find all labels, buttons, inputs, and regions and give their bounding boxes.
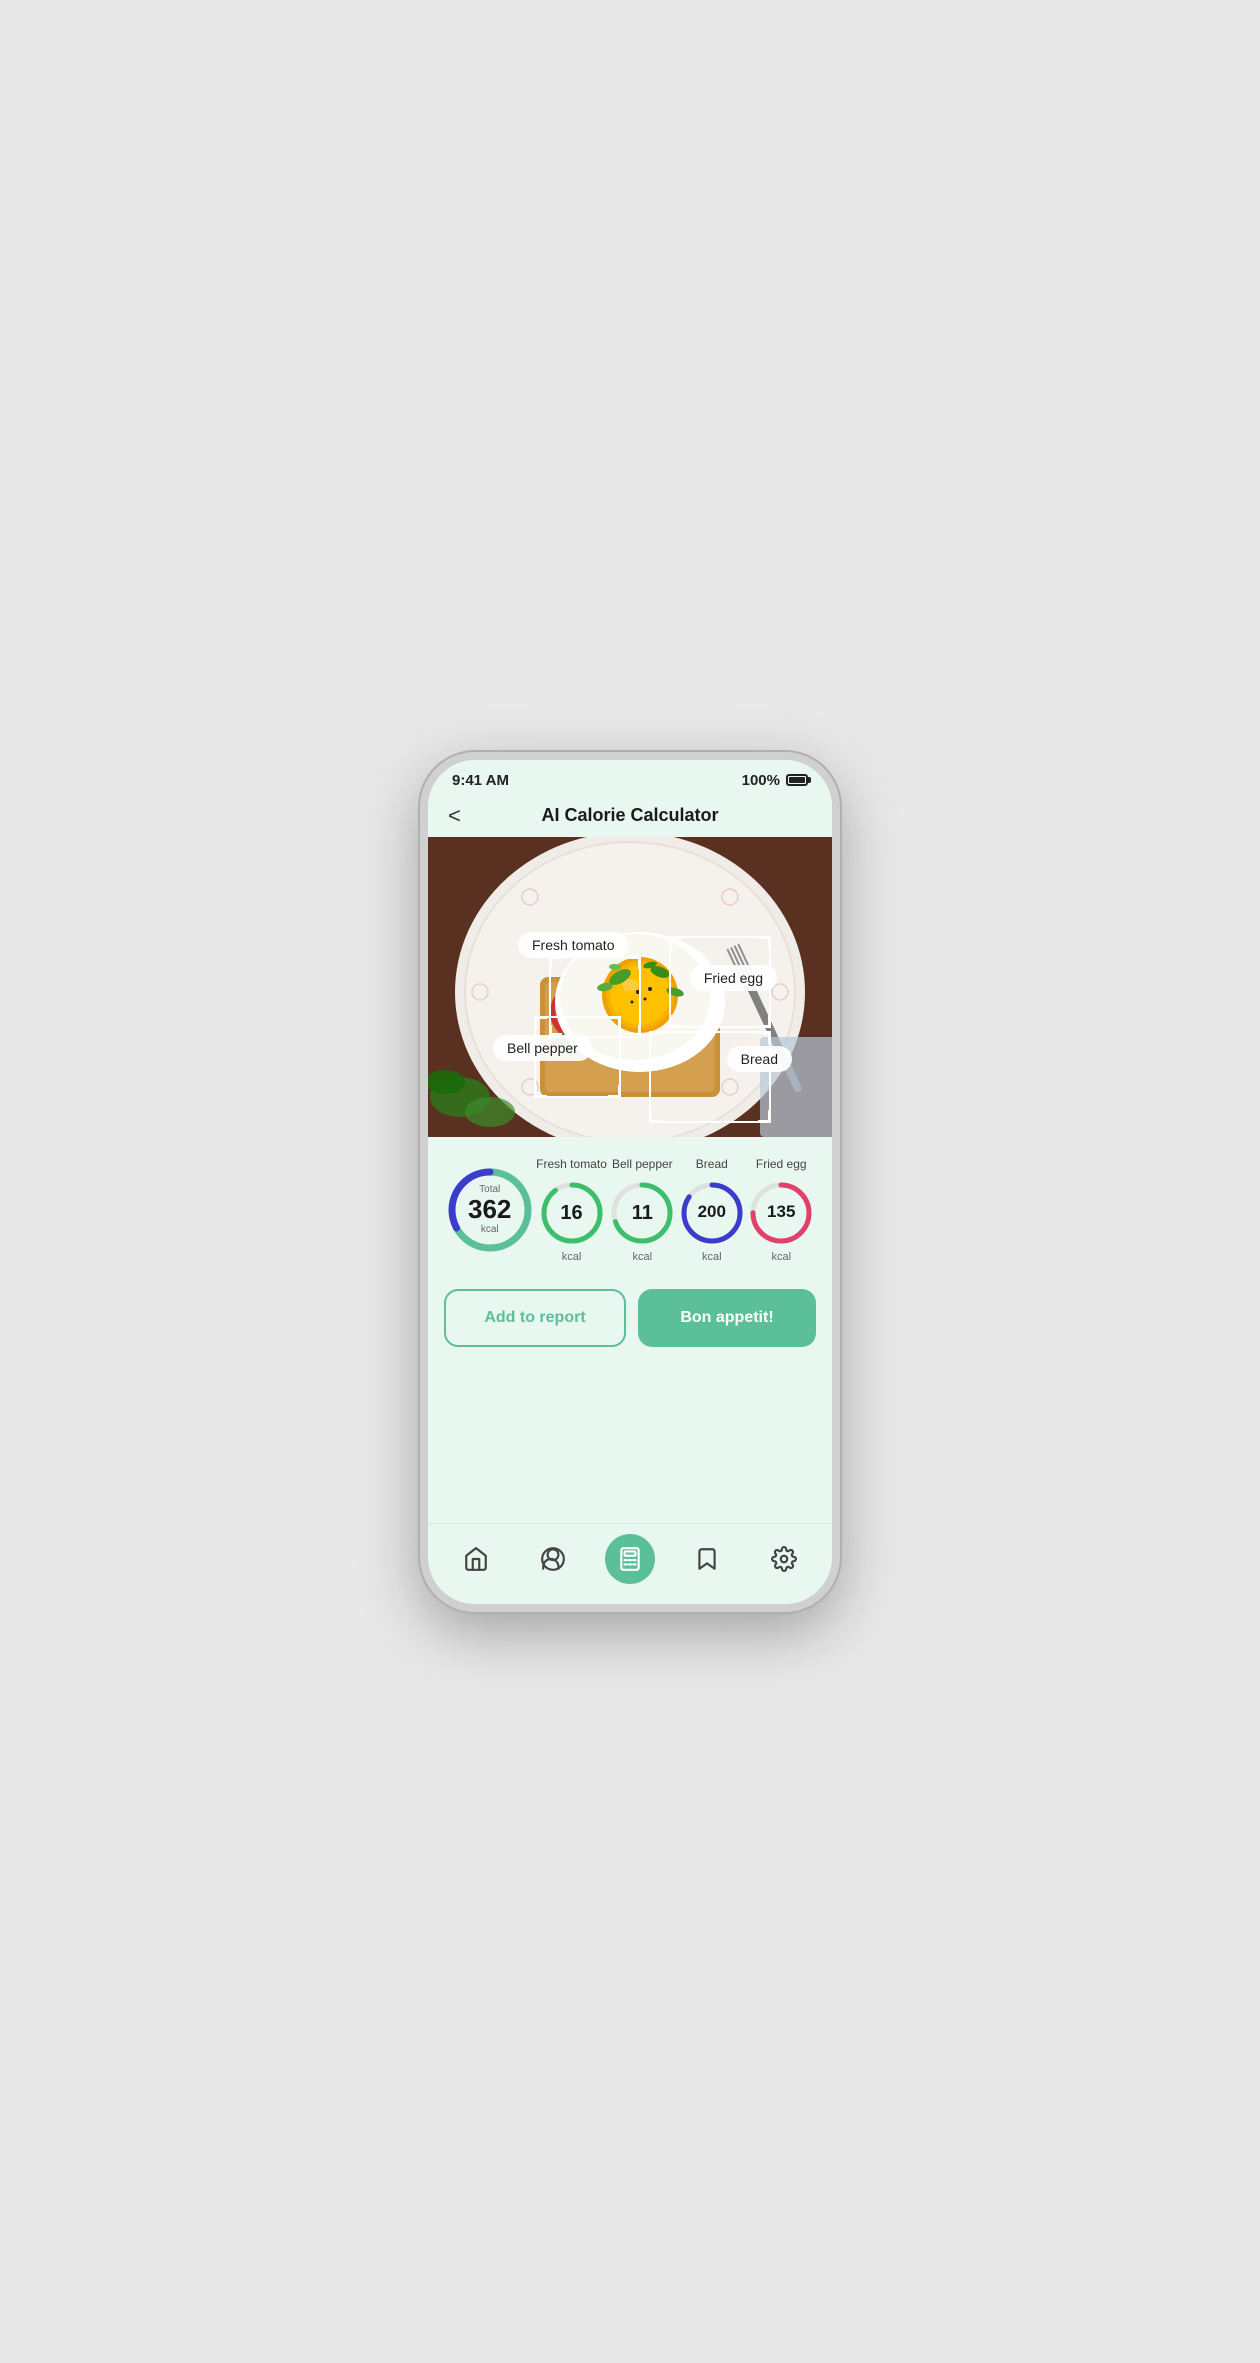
item-bread: Bread 200 kcal — [678, 1157, 746, 1263]
status-right: 100% — [742, 772, 808, 789]
food-label-fried-egg: Fried egg — [690, 965, 777, 991]
item-fresh-tomato: Fresh tomato 16 kcal — [536, 1157, 607, 1263]
item-unit-1: kcal — [633, 1251, 653, 1263]
item-unit-0: kcal — [562, 1251, 582, 1263]
bon-appetit-button[interactable]: Bon appetit! — [638, 1289, 816, 1347]
item-value-1: 11 — [632, 1202, 653, 1224]
item-fried-egg: Fried egg 135 kcal — [747, 1157, 815, 1263]
total-donut-center: Total 362 kcal — [468, 1184, 511, 1235]
item-unit-3: kcal — [771, 1251, 791, 1263]
total-value: 362 — [468, 1195, 511, 1224]
donut-1: 11 — [608, 1179, 676, 1247]
total-unit: kcal — [468, 1224, 511, 1235]
donut-0: 16 — [538, 1179, 606, 1247]
item-unit-2: kcal — [702, 1251, 722, 1263]
food-label-fresh-tomato: Fresh tomato — [518, 932, 628, 958]
total-donut-container: Total 362 kcal — [445, 1165, 535, 1255]
bookmark-icon — [694, 1546, 720, 1572]
food-image: Fresh tomato Fried egg Bell pepper Bread — [428, 837, 832, 1137]
nav-home[interactable] — [451, 1534, 501, 1584]
donut-center-0: 16 — [560, 1202, 582, 1224]
nav-bookmark[interactable] — [682, 1534, 732, 1584]
battery-body — [786, 774, 808, 786]
nav-calculator[interactable] — [605, 1534, 655, 1584]
calculator-icon — [617, 1546, 643, 1572]
donut-center-1: 11 — [632, 1202, 653, 1224]
food-label-bell-pepper: Bell pepper — [493, 1035, 592, 1061]
status-time: 9:41 AM — [452, 772, 509, 789]
calorie-section: Total 362 kcal Fresh tomato 16 — [428, 1137, 832, 1273]
nav-settings[interactable] — [759, 1534, 809, 1584]
item-name-2: Bread — [696, 1157, 728, 1171]
battery-percent: 100% — [742, 772, 780, 789]
action-buttons: Add to report Bon appetit! — [428, 1273, 832, 1359]
item-value-3: 135 — [767, 1202, 795, 1221]
profile-icon — [540, 1546, 566, 1572]
item-value-2: 200 — [698, 1202, 726, 1221]
phone-frame: 9:41 AM 100% < AI Calorie Calculator — [420, 752, 840, 1612]
donut-3: 135 — [747, 1179, 815, 1247]
settings-icon — [771, 1546, 797, 1572]
page-title: AI Calorie Calculator — [541, 805, 718, 826]
bottom-nav — [428, 1523, 832, 1604]
add-to-report-button[interactable]: Add to report — [444, 1289, 626, 1347]
donut-center-3: 135 — [767, 1203, 795, 1222]
content-area: Total 362 kcal Fresh tomato 16 — [428, 1137, 832, 1523]
food-label-bread: Bread — [727, 1046, 792, 1072]
item-name-1: Bell pepper — [612, 1157, 673, 1171]
back-button[interactable]: < — [448, 805, 461, 827]
battery-icon — [786, 774, 808, 786]
donut-2: 200 — [678, 1179, 746, 1247]
total-calories: Total 362 kcal — [445, 1165, 535, 1255]
item-value-0: 16 — [560, 1202, 582, 1224]
home-icon — [463, 1546, 489, 1572]
item-name-3: Fried egg — [756, 1157, 807, 1171]
header: < AI Calorie Calculator — [428, 795, 832, 837]
donut-center-2: 200 — [698, 1203, 726, 1222]
nav-profile[interactable] — [528, 1534, 578, 1584]
status-bar: 9:41 AM 100% — [428, 760, 832, 795]
item-name-0: Fresh tomato — [536, 1157, 607, 1171]
battery-fill — [789, 777, 805, 783]
item-bell-pepper: Bell pepper 11 kcal — [608, 1157, 676, 1263]
